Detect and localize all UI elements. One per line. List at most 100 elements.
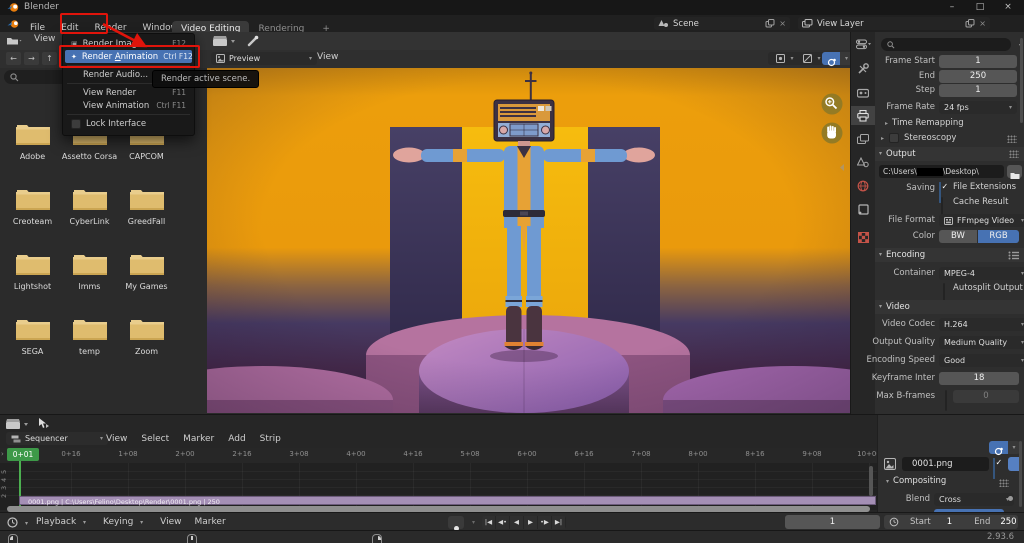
blender-app-icon[interactable]: [7, 19, 20, 29]
end-value[interactable]: 250: [1000, 517, 1016, 527]
frame-rate-dropdown[interactable]: 24 fps▾: [939, 101, 1017, 114]
tab-render[interactable]: [851, 83, 875, 102]
file-browser-view-menu[interactable]: View: [34, 34, 55, 44]
folder-item-lmms[interactable]: lmms: [61, 228, 118, 293]
output-quality-dropdown[interactable]: Medium Quality▾: [939, 336, 1024, 349]
menu-item-lock-interface[interactable]: Lock Interface: [65, 117, 192, 130]
timeline-menu-keying[interactable]: Keying ▾: [103, 517, 147, 527]
presets-icon[interactable]: [1008, 251, 1019, 260]
timeline-editor-type-icon[interactable]: [7, 517, 18, 528]
play-reverse-button[interactable]: ◀: [510, 516, 524, 529]
timeline-editor-dropdown-icon[interactable]: ▾: [25, 520, 28, 527]
record-button[interactable]: [448, 516, 464, 529]
frame-end-field[interactable]: 250: [939, 70, 1017, 83]
next-keyframe-button[interactable]: •▶: [538, 516, 552, 529]
close-button[interactable]: ×: [994, 0, 1022, 15]
folder-item-my-games[interactable]: My Games: [118, 228, 175, 293]
folder-item-creoteam[interactable]: Creoteam: [4, 163, 61, 228]
playhead-frame-badge[interactable]: 0+01: [7, 448, 39, 461]
max-b-frames-field[interactable]: 0: [953, 390, 1019, 403]
animate-property-dot[interactable]: [1008, 496, 1013, 501]
strip-name-field[interactable]: 0001.png: [902, 457, 989, 471]
viewport-preview-image[interactable]: [207, 68, 850, 413]
sample-tool-icon[interactable]: [247, 35, 259, 47]
color-rgb-button[interactable]: RGB: [978, 230, 1019, 243]
folder-item-greedfall[interactable]: GreedFall: [118, 163, 175, 228]
view-layer-selector[interactable]: View Layer ×: [798, 17, 990, 30]
video-section-header[interactable]: ▾Video: [875, 300, 1024, 314]
properties-search-input[interactable]: [881, 38, 1011, 51]
back-button[interactable]: ←: [6, 52, 21, 65]
play-button[interactable]: ▶: [524, 516, 538, 529]
properties-scrollbar[interactable]: [1020, 38, 1023, 123]
file-browser-editor-icon[interactable]: [6, 36, 22, 46]
tab-output[interactable]: [851, 106, 875, 125]
prev-keyframe-button[interactable]: ◀•: [496, 516, 510, 529]
stereoscopy-section[interactable]: ▸Stereoscopy: [881, 133, 956, 143]
sequencer-vscrollbar[interactable]: [869, 466, 873, 496]
sequencer-mode-dropdown[interactable]: Sequencer▾: [6, 432, 108, 445]
tab-tool[interactable]: [851, 59, 875, 78]
tab-object[interactable]: [851, 200, 875, 219]
timeline-menu-marker[interactable]: Marker: [195, 517, 226, 527]
remove-view-layer-icon[interactable]: ×: [979, 19, 986, 28]
jump-start-button[interactable]: |◀: [482, 516, 496, 529]
folder-item-sega[interactable]: SEGA: [4, 293, 61, 358]
container-dropdown[interactable]: MPEG-4▾: [939, 267, 1024, 280]
minimize-button[interactable]: –: [938, 0, 966, 15]
sequencer-ruler[interactable]: 0+161+082+002+163+084+004+165+086+006+16…: [0, 448, 877, 464]
tab-texture[interactable]: [851, 228, 875, 247]
tab-scene[interactable]: [851, 153, 875, 172]
current-frame-field[interactable]: 1: [785, 515, 880, 529]
maximize-button[interactable]: □: [966, 0, 994, 15]
timeline-menu-view[interactable]: View: [160, 517, 181, 527]
frame-start-field[interactable]: 1: [939, 55, 1017, 68]
sidebar-scrollbar[interactable]: [1019, 441, 1022, 507]
time-remapping-section[interactable]: ▸Time Remapping: [881, 118, 964, 128]
folder-item-lightshot[interactable]: Lightshot: [4, 228, 61, 293]
unlink-scene-icon[interactable]: ×: [779, 19, 786, 28]
compositing-panel-header[interactable]: ▾Compositing: [882, 476, 946, 486]
tweak-tool-icon[interactable]: [36, 417, 50, 431]
parent-dir-button[interactable]: ↑: [42, 52, 57, 65]
strip-mute-checkbox[interactable]: [993, 458, 995, 479]
sequencer-menu-select[interactable]: Select: [141, 434, 169, 444]
menu-item-view-animation[interactable]: View AnimationCtrl F11: [65, 99, 192, 112]
tab-view-layer[interactable]: [851, 130, 875, 149]
gizmos-toggle[interactable]: [822, 52, 840, 65]
sidebar-gizmos-toggle[interactable]: [989, 441, 1008, 454]
properties-editor-type-icon[interactable]: [851, 35, 875, 54]
folder-item-zoom[interactable]: Zoom: [118, 293, 175, 358]
scene-selector[interactable]: Scene ×: [654, 17, 790, 30]
output-section-header[interactable]: ▾Output: [875, 147, 1024, 161]
image-strip[interactable]: 0001.png | C:\Users\Felino\Desktop\Rende…: [19, 496, 876, 505]
sequencer-menu-view[interactable]: View: [106, 434, 127, 444]
browse-output-path-button[interactable]: [1007, 165, 1022, 178]
forward-button[interactable]: →: [24, 52, 39, 65]
copy-view-layer-icon[interactable]: [965, 19, 975, 28]
copy-scene-icon[interactable]: [765, 19, 775, 28]
step-field[interactable]: 1: [939, 84, 1017, 97]
keyframe-interval-slider[interactable]: 18: [939, 372, 1019, 385]
folder-item-temp[interactable]: temp: [61, 293, 118, 358]
lock-interface-checkbox[interactable]: [71, 119, 81, 129]
display-mode-dropdown[interactable]: Preview ▾: [211, 52, 317, 65]
zoom-gadget[interactable]: [822, 94, 843, 115]
pan-gadget[interactable]: [822, 123, 843, 144]
start-value[interactable]: 1: [947, 517, 952, 527]
encoding-speed-dropdown[interactable]: Good▾: [939, 354, 1024, 367]
record-dropdown-icon[interactable]: ▾: [472, 519, 475, 526]
file-format-dropdown[interactable]: FFmpeg Video▾: [939, 214, 1024, 227]
folder-item-cyberlink[interactable]: CyberLink: [61, 163, 118, 228]
folder-item-adobe[interactable]: Adobe: [4, 98, 61, 163]
jump-end-button[interactable]: ▶|: [552, 516, 566, 529]
sequencer-menu-add[interactable]: Add: [228, 434, 245, 444]
use-preview-range-icon[interactable]: [889, 517, 899, 527]
sequencer-expand-arrow[interactable]: ›: [1, 450, 4, 458]
stereoscopy-checkbox[interactable]: [889, 133, 899, 143]
encoding-section-header[interactable]: ▾Encoding: [875, 248, 1024, 262]
sequencer-editor-type-icon[interactable]: [5, 418, 29, 430]
timeline-menu-playback[interactable]: Playback ▾: [36, 517, 90, 527]
max-b-frames-checkbox[interactable]: [945, 390, 947, 411]
tab-world[interactable]: [851, 176, 875, 195]
